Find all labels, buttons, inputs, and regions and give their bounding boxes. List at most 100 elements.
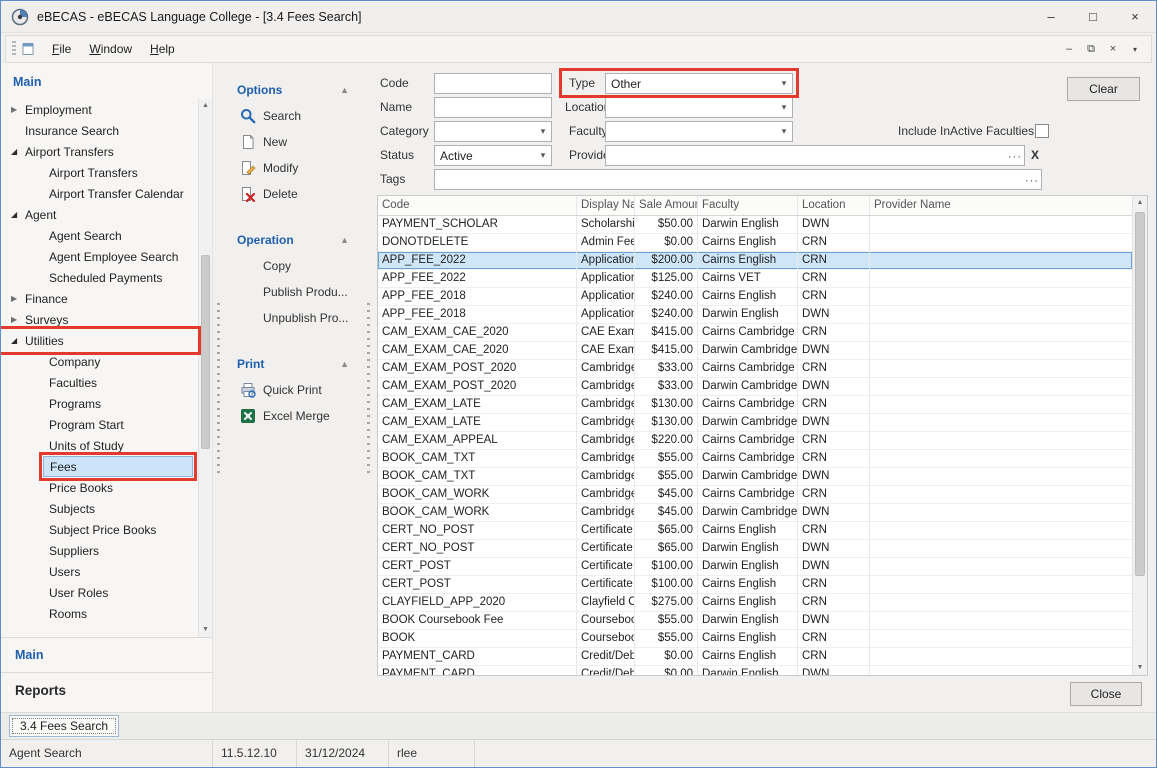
grid-row[interactable]: PAYMENT_CARDCredit/Debi$0.00Cairns Engli… — [378, 648, 1132, 666]
provider-input[interactable]: ··· — [605, 145, 1025, 166]
tree-item-subject-price-books[interactable]: Subject Price Books — [1, 519, 197, 540]
grid-row[interactable]: BOOK_CAM_WORKCambridge$45.00Cairns Cambr… — [378, 486, 1132, 504]
chevron-down-icon[interactable]: ▾ — [776, 78, 792, 89]
grid-row[interactable]: CERT_NO_POSTCertificate$65.00Darwin Engl… — [378, 540, 1132, 558]
tree-item-agent[interactable]: ◢Agent — [1, 204, 197, 225]
grid-row[interactable]: CAM_EXAM_CAE_2020CAE Exam I$415.00Cairns… — [378, 324, 1132, 342]
scrollbar-thumb[interactable] — [1135, 212, 1145, 576]
grid-row[interactable]: BOOK_CAM_TXTCambridge$55.00Cairns Cambri… — [378, 450, 1132, 468]
collapsed-arrow-icon[interactable]: ▶ — [11, 294, 25, 303]
tree-item-users[interactable]: Users — [1, 561, 197, 582]
chevron-down-icon[interactable]: ▾ — [535, 150, 551, 161]
tree-item-user-roles[interactable]: User Roles — [1, 582, 197, 603]
tags-input[interactable]: ··· — [434, 169, 1042, 190]
grid-row[interactable]: APP_FEE_2018Application$240.00Darwin Eng… — [378, 306, 1132, 324]
tree-item-price-books[interactable]: Price Books — [1, 477, 197, 498]
scroll-down-icon[interactable]: ▼ — [199, 623, 212, 637]
chevron-down-icon[interactable]: ▾ — [776, 126, 792, 137]
column-header-code[interactable]: Code — [378, 196, 577, 215]
grid-row[interactable]: BOOKCoursebool$55.00Cairns EnglishCRN — [378, 630, 1132, 648]
splitter-left[interactable] — [213, 63, 223, 712]
scroll-up-icon[interactable]: ▲ — [199, 99, 212, 113]
copy-button[interactable]: Copy — [223, 253, 363, 279]
collapse-chevron-icon[interactable]: ▲ — [340, 359, 349, 369]
provider-clear-button[interactable]: X — [1031, 148, 1039, 162]
tree-item-finance[interactable]: ▶Finance — [1, 288, 197, 309]
splitter-right[interactable] — [363, 63, 373, 712]
tree-item-faculties[interactable]: Faculties — [1, 372, 197, 393]
tree-item-agent-search[interactable]: Agent Search — [1, 225, 197, 246]
scroll-down-icon[interactable]: ▼ — [1133, 661, 1147, 675]
tree-item-program-start[interactable]: Program Start — [1, 414, 197, 435]
mdi-restore-button[interactable]: ⧉ — [1081, 39, 1101, 59]
grid-row[interactable]: CLAYFIELD_APP_2020Clayfield Co$275.00Cai… — [378, 594, 1132, 612]
grid-row[interactable]: APP_FEE_2022Application$125.00Cairns VET… — [378, 270, 1132, 288]
location-dropdown[interactable]: ▾ — [605, 97, 793, 118]
quick-print-button[interactable]: Quick Print — [223, 377, 363, 403]
tree-item-employment[interactable]: ▶Employment — [1, 99, 197, 120]
collapsed-arrow-icon[interactable]: ▶ — [11, 315, 25, 324]
chevron-down-icon[interactable]: ▾ — [535, 126, 551, 137]
expanded-arrow-icon[interactable]: ◢ — [11, 210, 25, 219]
status-dropdown[interactable]: Active ▾ — [434, 145, 552, 166]
group-header-options[interactable]: Options▲ — [223, 79, 363, 103]
type-dropdown[interactable]: Other ▾ — [605, 73, 793, 94]
grid-row[interactable]: CAM_EXAM_APPEALCambridge$220.00Cairns Ca… — [378, 432, 1132, 450]
grid-row[interactable]: BOOK_CAM_WORKCambridge$45.00Darwin Cambr… — [378, 504, 1132, 522]
nav-group-main[interactable]: Main — [1, 638, 212, 673]
tree-item-subjects[interactable]: Subjects — [1, 498, 197, 519]
tree-item-rooms[interactable]: Rooms — [1, 603, 197, 624]
tree-item-suppliers[interactable]: Suppliers — [1, 540, 197, 561]
chevron-down-icon[interactable]: ▾ — [776, 102, 792, 113]
grid-row[interactable]: CAM_EXAM_POST_2020Cambridge$33.00Cairns … — [378, 360, 1132, 378]
grid-row[interactable]: CAM_EXAM_POST_2020Cambridge$33.00Darwin … — [378, 378, 1132, 396]
collapse-chevron-icon[interactable]: ▲ — [340, 85, 349, 95]
tree-item-airport-transfers[interactable]: ◢Airport Transfers — [1, 141, 197, 162]
close-window-button[interactable]: × — [1114, 1, 1156, 32]
grid-row[interactable]: DONOTDELETEAdmin Fee$0.00Cairns EnglishC… — [378, 234, 1132, 252]
clear-button[interactable]: Clear — [1067, 77, 1140, 101]
grid-row[interactable]: CAM_EXAM_LATECambridge$130.00Darwin Camb… — [378, 414, 1132, 432]
grid-row[interactable]: CAM_EXAM_LATECambridge$130.00Cairns Camb… — [378, 396, 1132, 414]
tags-ellipsis-button[interactable]: ··· — [1025, 172, 1039, 191]
menu-file[interactable]: File — [43, 38, 80, 60]
tree-item-insurance-search[interactable]: Insurance Search — [1, 120, 197, 141]
group-header-operation[interactable]: Operation▲ — [223, 229, 363, 253]
search-button[interactable]: Search — [223, 103, 363, 129]
tree-item-airport-transfer-calendar[interactable]: Airport Transfer Calendar — [1, 183, 197, 204]
grid-row[interactable]: APP_FEE_2022Application$200.00Cairns Eng… — [378, 252, 1132, 270]
grid-row[interactable]: CERT_POSTCertificate$100.00Darwin Englis… — [378, 558, 1132, 576]
mdi-close-button[interactable]: × — [1103, 39, 1123, 59]
tree-item-units-of-study[interactable]: Units of Study — [1, 435, 197, 456]
modify-button[interactable]: Modify — [223, 155, 363, 181]
grid-scrollbar[interactable]: ▲ ▼ — [1132, 196, 1147, 675]
maximize-button[interactable]: □ — [1072, 1, 1114, 32]
provider-ellipsis-button[interactable]: ··· — [1008, 148, 1022, 167]
toolbar-grip[interactable] — [12, 41, 16, 57]
tree-item-surveys[interactable]: ▶Surveys — [1, 309, 197, 330]
group-header-print[interactable]: Print▲ — [223, 353, 363, 377]
tab-fees-search[interactable]: 3.4 Fees Search — [9, 715, 119, 737]
grid-row[interactable]: BOOK Coursebook FeeCoursebool$55.00Darwi… — [378, 612, 1132, 630]
category-dropdown[interactable]: ▾ — [434, 121, 552, 142]
excel-merge-button[interactable]: Excel Merge — [223, 403, 363, 429]
tree-scrollbar[interactable]: ▲▼ — [198, 99, 212, 637]
expanded-arrow-icon[interactable]: ◢ — [11, 336, 25, 345]
collapse-chevron-icon[interactable]: ▲ — [340, 235, 349, 245]
close-button[interactable]: Close — [1070, 682, 1142, 706]
tree-item-fees[interactable]: Fees — [43, 456, 193, 477]
menu-window[interactable]: Window — [80, 38, 141, 60]
collapsed-arrow-icon[interactable]: ▶ — [11, 105, 25, 114]
faculty-dropdown[interactable]: ▾ — [605, 121, 793, 142]
nav-group-reports[interactable]: Reports — [1, 673, 212, 712]
tree-item-utilities[interactable]: ◢Utilities — [1, 330, 197, 351]
tree-item-programs[interactable]: Programs — [1, 393, 197, 414]
grid-row[interactable]: CERT_NO_POSTCertificate$65.00Cairns Engl… — [378, 522, 1132, 540]
menu-help[interactable]: Help — [141, 38, 184, 60]
column-header-location[interactable]: Location — [798, 196, 870, 215]
unpublish-pro-button[interactable]: Unpublish Pro... — [223, 305, 363, 331]
grid-row[interactable]: CERT_POSTCertificate$100.00Cairns Englis… — [378, 576, 1132, 594]
column-header-provider-name[interactable]: Provider Name — [870, 196, 1132, 215]
grid-row[interactable]: APP_FEE_2018Application$240.00Cairns Eng… — [378, 288, 1132, 306]
column-header-sale-amount[interactable]: Sale Amount — [635, 196, 698, 215]
